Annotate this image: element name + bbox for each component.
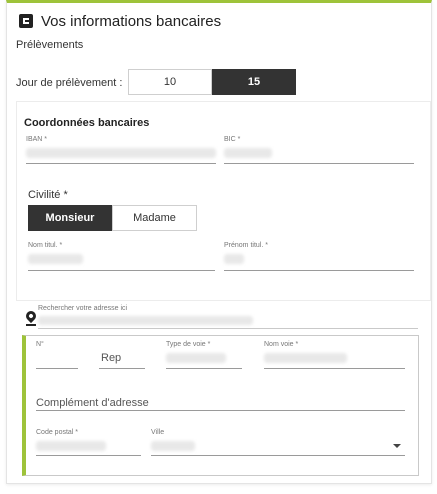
iban-value	[26, 148, 216, 158]
iban-label: IBAN *	[26, 136, 48, 143]
holder-lastname-label: Nom titul. *	[28, 242, 63, 249]
street-type-label: Type de voie *	[166, 341, 211, 348]
city-value	[151, 441, 195, 451]
rep-placeholder: Rep	[101, 352, 122, 364]
debit-day-option-10[interactable]: 10	[128, 69, 212, 95]
address-search-value	[38, 316, 253, 325]
postal-code-label: Code postal *	[36, 429, 79, 436]
bic-label: BIC *	[224, 136, 241, 143]
holder-lastname-input[interactable]	[28, 270, 215, 271]
street-type-value	[166, 353, 226, 363]
city-select[interactable]	[151, 455, 405, 456]
address-complement-placeholder: Complément d'adresse	[36, 397, 149, 409]
street-number-label: N°	[36, 341, 44, 348]
location-pin-base	[26, 324, 36, 326]
civility-label: Civilité *	[28, 189, 68, 201]
page-title: Vos informations bancaires	[41, 13, 222, 30]
address-complement-input[interactable]	[36, 410, 405, 411]
street-name-value	[264, 353, 347, 363]
street-type-input[interactable]	[166, 368, 242, 369]
bank-info-card: Vos informations bancaires Prélèvements …	[6, 0, 432, 484]
holder-lastname-value	[28, 254, 83, 264]
city-label: Ville	[151, 429, 165, 436]
address-search-input[interactable]	[38, 328, 418, 329]
debit-day-option-15[interactable]: 15	[212, 69, 296, 95]
postal-code-value	[36, 441, 106, 451]
chevron-down-icon[interactable]	[393, 444, 401, 448]
location-pin-icon	[23, 308, 39, 324]
civility-option-monsieur[interactable]: Monsieur	[28, 205, 112, 231]
rep-input[interactable]	[99, 368, 145, 369]
address-search-label: Rechercher votre adresse ici	[38, 305, 128, 312]
bic-input[interactable]	[224, 163, 414, 164]
street-name-input[interactable]	[264, 368, 405, 369]
civility-option-madame[interactable]: Madame	[112, 205, 197, 231]
holder-firstname-value	[224, 254, 244, 264]
section-subtitle: Prélèvements	[16, 39, 84, 51]
bank-details-panel	[16, 101, 431, 301]
holder-firstname-label: Prénom titul. *	[224, 242, 268, 249]
holder-firstname-input[interactable]	[224, 270, 414, 271]
bank-details-title: Coordonnées bancaires	[24, 117, 150, 129]
iban-input[interactable]	[26, 163, 216, 164]
street-number-input[interactable]	[36, 368, 78, 369]
bic-value	[224, 148, 272, 158]
bank-card-icon	[19, 14, 33, 28]
debit-day-label: Jour de prélèvement :	[16, 77, 123, 89]
street-name-label: Nom voie *	[264, 341, 299, 348]
postal-code-input[interactable]	[36, 455, 141, 456]
